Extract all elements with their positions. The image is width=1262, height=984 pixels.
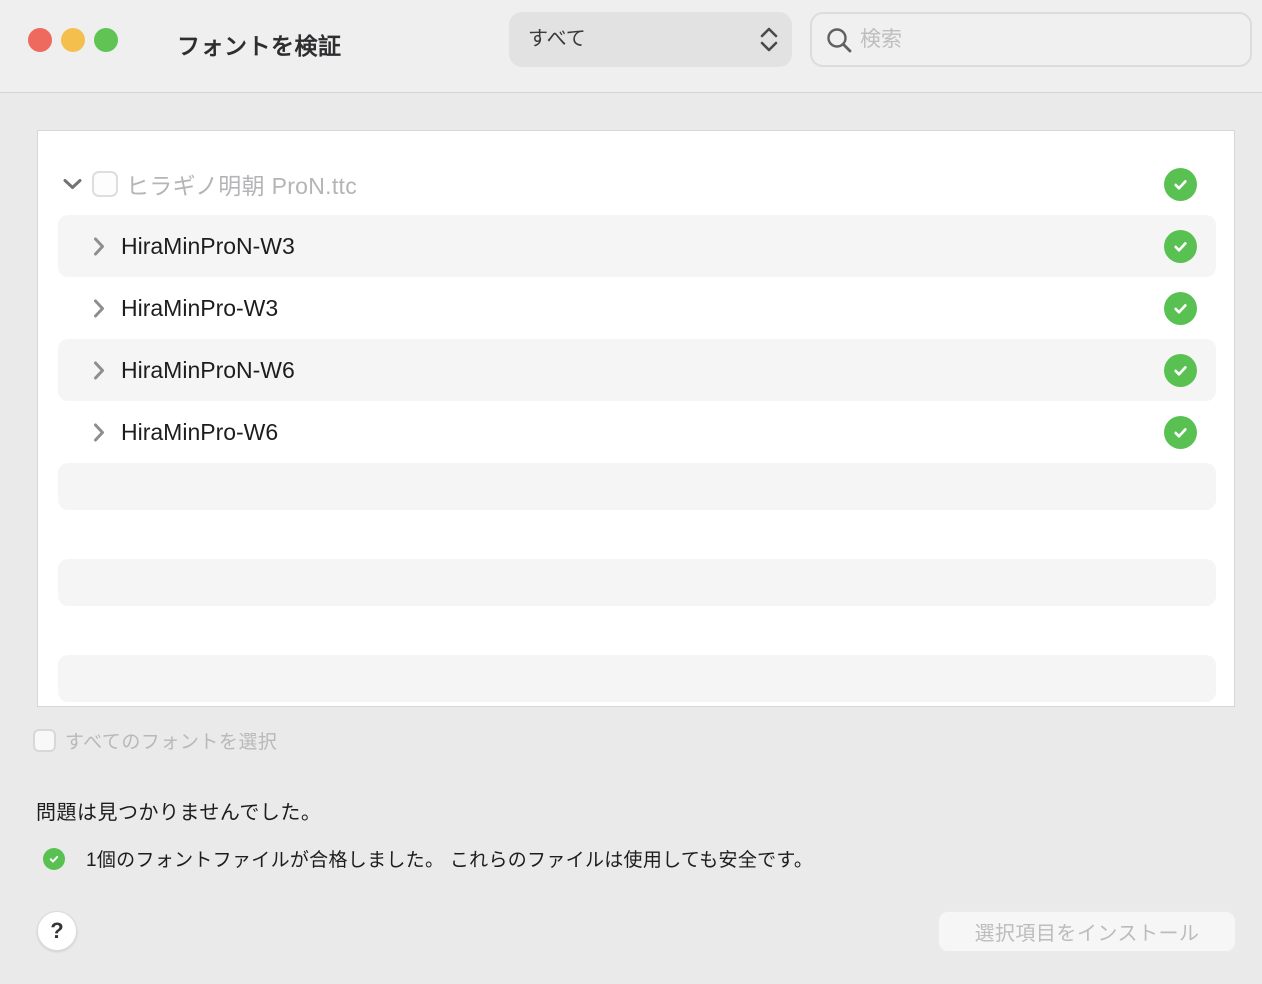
- font-row[interactable]: HiraMinProN-W3: [58, 215, 1216, 277]
- empty-stripe-row: [58, 463, 1216, 510]
- chevron-right-icon[interactable]: [93, 361, 111, 380]
- font-row[interactable]: HiraMinPro-W3: [58, 277, 1216, 339]
- group-checkbox[interactable]: [92, 171, 118, 197]
- font-row[interactable]: HiraMinProN-W6: [58, 339, 1216, 401]
- window-title: フォントを検証: [177, 33, 342, 59]
- chevron-right-icon[interactable]: [93, 423, 111, 442]
- empty-stripe-row: [58, 559, 1216, 606]
- install-selected-button[interactable]: 選択項目をインストール: [938, 911, 1236, 952]
- validate-fonts-window: フォントを検証 すべて 検索 ヒラギノ明朝 ProN.ttc HiraMinPr…: [0, 0, 1262, 984]
- question-mark-icon: ?: [50, 918, 64, 943]
- checkmark-circle-icon: [1164, 167, 1197, 201]
- result-detail-text: 1個のフォントファイルが合格しました。 これらのファイルは使用しても安全です。: [86, 850, 814, 871]
- font-file-group-row[interactable]: ヒラギノ明朝 ProN.ttc: [58, 153, 1216, 215]
- font-name: HiraMinProN-W3: [121, 232, 295, 259]
- checkmark-circle-icon: [1164, 415, 1197, 449]
- help-button[interactable]: ?: [37, 911, 77, 951]
- filter-dropdown[interactable]: すべて: [509, 12, 792, 67]
- validation-results-list: ヒラギノ明朝 ProN.ttc HiraMinProN-W3 HiraMinPr…: [37, 130, 1235, 707]
- font-name: HiraMinPro-W3: [121, 294, 279, 321]
- checkmark-circle-icon: [1164, 229, 1197, 263]
- select-all-checkbox[interactable]: [33, 729, 56, 752]
- filter-selected-value: すべて: [528, 28, 586, 50]
- search-input[interactable]: [860, 14, 1240, 65]
- chevron-down-icon[interactable]: [63, 178, 83, 190]
- checkmark-circle-icon: [1164, 353, 1197, 387]
- empty-stripe-row: [58, 655, 1216, 702]
- up-down-chevron-icon: [758, 26, 780, 53]
- chevron-right-icon[interactable]: [93, 237, 111, 256]
- select-all-label: すべてのフォントを選択: [65, 732, 278, 753]
- chevron-right-icon[interactable]: [93, 299, 111, 318]
- font-row[interactable]: HiraMinPro-W6: [58, 401, 1216, 463]
- search-icon: [825, 26, 853, 54]
- result-summary-line: 1個のフォントファイルが合格しました。 これらのファイルは使用しても安全です。: [43, 845, 813, 872]
- zoom-button[interactable]: [94, 28, 118, 52]
- minimize-button[interactable]: [61, 28, 85, 52]
- font-name: HiraMinProN-W6: [121, 356, 295, 383]
- close-button[interactable]: [28, 28, 52, 52]
- search-field[interactable]: [810, 12, 1252, 67]
- titlebar: フォントを検証 すべて: [0, 0, 1262, 93]
- checkmark-circle-icon: [43, 847, 65, 870]
- checkmark-circle-icon: [1164, 291, 1197, 325]
- font-file-name: ヒラギノ明朝 ProN.ttc: [126, 173, 358, 199]
- select-all-fonts-control[interactable]: すべてのフォントを選択: [33, 727, 277, 754]
- font-name: HiraMinPro-W6: [121, 418, 279, 445]
- result-title: 問題は見つかりませんでした。: [36, 802, 322, 824]
